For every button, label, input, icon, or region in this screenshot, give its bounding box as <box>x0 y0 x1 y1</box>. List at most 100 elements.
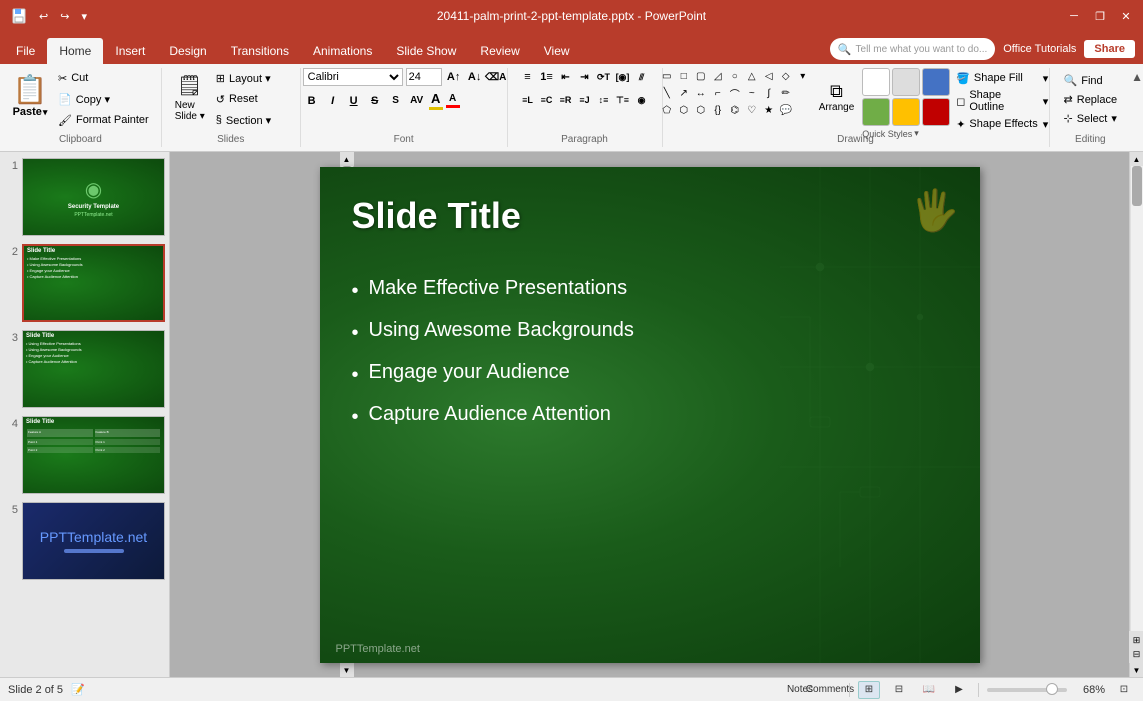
find-button[interactable]: 🔍 Find <box>1058 72 1124 89</box>
tab-design[interactable]: Design <box>157 38 218 64</box>
font-family-select[interactable]: Calibri <box>303 68 403 86</box>
increase-indent-btn[interactable]: ⇥ <box>576 68 594 86</box>
shape-triangle[interactable]: △ <box>744 68 760 84</box>
decrease-indent-btn[interactable]: ⇤ <box>557 68 575 86</box>
reset-button[interactable]: ↺ Reset <box>212 89 292 109</box>
right-scroll-track[interactable] <box>1131 166 1143 631</box>
qat-save[interactable] <box>8 8 30 24</box>
shadow-btn[interactable]: S <box>387 92 405 110</box>
share-button[interactable]: Share <box>1084 40 1135 58</box>
bullets-btn[interactable]: ≡ <box>519 68 537 86</box>
right-scroll-thumb[interactable] <box>1132 166 1142 206</box>
shape-diamond[interactable]: ◇ <box>778 68 794 84</box>
tab-animations[interactable]: Animations <box>301 38 384 64</box>
slide-thumb-img-3[interactable]: Slide Title • Using Effective Presentati… <box>22 330 165 408</box>
close-btn[interactable]: ✕ <box>1117 7 1135 25</box>
clear-format-btn[interactable]: ⌫A <box>487 68 505 86</box>
comments-button[interactable]: Comments <box>819 681 841 699</box>
tab-slideshow[interactable]: Slide Show <box>384 38 468 64</box>
slide-thumbnail-2[interactable]: 2 Slide Title • Make Effective Presentat… <box>2 242 167 324</box>
shape-star[interactable]: ★ <box>761 102 777 118</box>
slide-thumbnail-1[interactable]: 1 ◉ Security Template PPTTemplate.net <box>2 156 167 238</box>
layout-button[interactable]: ⊞ Layout ▾ <box>212 68 292 88</box>
slide-bullets[interactable]: • Make Effective Presentations • Using A… <box>352 277 634 445</box>
tab-file[interactable]: File <box>4 38 47 64</box>
office-tutorials-link[interactable]: Office Tutorials <box>1003 43 1076 55</box>
slide-sorter-btn[interactable]: ⊟ <box>888 681 910 699</box>
shape-rounded[interactable]: ▢ <box>693 68 709 84</box>
shape-line[interactable]: ╲ <box>659 85 675 101</box>
replace-button[interactable]: ⇄ Replace <box>1058 91 1124 108</box>
align-left-btn[interactable]: ≡L <box>519 91 537 109</box>
shape-arc[interactable]: ⌒ <box>727 85 743 101</box>
shape-effects-button[interactable]: ✦ Shape Effects ▾ <box>952 114 1052 134</box>
numbering-btn[interactable]: 1≡ <box>538 68 556 86</box>
cut-button[interactable]: ✂ Cut <box>54 68 153 88</box>
slide-thumb-img-4[interactable]: Slide Title Feature A Feature B Point 1 … <box>22 416 165 494</box>
justify-btn[interactable]: ≡J <box>576 91 594 109</box>
font-size-select[interactable]: 24 <box>406 68 442 86</box>
shape-curve[interactable]: ∫ <box>761 85 777 101</box>
qs-box2[interactable] <box>892 68 920 96</box>
shape-hex[interactable]: ⬡ <box>676 102 692 118</box>
zoom-minus-right[interactable]: ⊟ <box>1130 647 1143 661</box>
columns-btn[interactable]: ⫻ <box>633 68 651 86</box>
slide-thumb-img-1[interactable]: ◉ Security Template PPTTemplate.net <box>22 158 165 236</box>
shape-heart[interactable]: ♡ <box>744 102 760 118</box>
shape-callout[interactable]: 💬 <box>778 102 794 118</box>
convert-smartart-btn[interactable]: [◉] <box>614 68 632 86</box>
line-spacing-btn[interactable]: ↕≡ <box>595 91 613 109</box>
tab-review[interactable]: Review <box>468 38 531 64</box>
font-color-btn[interactable]: A <box>429 91 443 110</box>
charspace-btn[interactable]: AV <box>408 92 426 110</box>
arrange-button[interactable]: ⧉ Arrange <box>813 68 860 126</box>
slide-thumbnail-5[interactable]: 5 PPTTemplate.net <box>2 500 167 582</box>
normal-view-btn[interactable]: ⊞ <box>858 681 880 699</box>
scroll-up-arrow[interactable]: ▲ <box>340 152 354 166</box>
fit-slide-btn[interactable]: ⊡ <box>1113 681 1135 699</box>
shape-outline-button[interactable]: ◻ Shape Outline ▾ <box>952 91 1052 111</box>
qat-undo[interactable]: ↩ <box>36 10 51 23</box>
align-center-btn[interactable]: ≡C <box>538 91 556 109</box>
slide-title[interactable]: Slide Title <box>352 195 521 237</box>
copy-button[interactable]: 📄 Copy ▾ <box>54 89 153 109</box>
align-right-btn[interactable]: ≡R <box>557 91 575 109</box>
decrease-font-btn[interactable]: A↓ <box>466 68 484 86</box>
minimize-btn[interactable]: ─ <box>1065 7 1083 25</box>
smartart-btn[interactable]: ◉ <box>633 91 651 109</box>
tab-insert[interactable]: Insert <box>103 38 157 64</box>
shape-snip[interactable]: ◿ <box>710 68 726 84</box>
paste-button[interactable]: 📋 Paste ▾ <box>8 68 52 126</box>
qs-box3[interactable] <box>922 68 950 96</box>
tab-transitions[interactable]: Transitions <box>219 38 301 64</box>
format-painter-button[interactable]: 🖌 Format Painter <box>54 110 153 130</box>
shape-octagon[interactable]: ⬡ <box>693 102 709 118</box>
slideshow-btn[interactable]: ▶ <box>948 681 970 699</box>
shape-elbow[interactable]: ⌐ <box>710 85 726 101</box>
qs-box5[interactable] <box>892 98 920 126</box>
new-slide-button[interactable]: 🗒 NewSlide ▾ <box>170 68 210 126</box>
underline-btn[interactable]: U <box>345 92 363 110</box>
slide-thumbnail-4[interactable]: 4 Slide Title Feature A Feature B Point … <box>2 414 167 496</box>
zoom-slider[interactable] <box>987 688 1067 692</box>
right-scroll-up[interactable]: ▲ <box>1130 152 1143 166</box>
shape-rect[interactable]: ▭ <box>659 68 675 84</box>
strikethrough-btn[interactable]: S <box>366 92 384 110</box>
increase-font-btn[interactable]: A↑ <box>445 68 463 86</box>
shape-pentagon[interactable]: ⬠ <box>659 102 675 118</box>
slide-thumb-img-2[interactable]: Slide Title • Make Effective Presentatio… <box>22 244 165 322</box>
shape-freeform[interactable]: ~ <box>744 85 760 101</box>
shape-rtriangle[interactable]: ◁ <box>761 68 777 84</box>
qs-box6[interactable] <box>922 98 950 126</box>
collapse-ribbon-btn[interactable]: ▲ <box>1131 68 1143 147</box>
shape-brace[interactable]: ⌬ <box>727 102 743 118</box>
slide-thumbnail-3[interactable]: 3 Slide Title • Using Effective Presenta… <box>2 328 167 410</box>
slide-thumb-img-5[interactable]: PPTTemplate.net <box>22 502 165 580</box>
restore-btn[interactable]: ❐ <box>1091 7 1109 25</box>
scroll-down-arrow[interactable]: ▼ <box>340 663 354 677</box>
qs-box1[interactable] <box>862 68 890 96</box>
zoom-plus-right[interactable]: ⊞ <box>1130 633 1143 647</box>
qat-redo[interactable]: ↪ <box>57 10 72 23</box>
shape-rect2[interactable]: □ <box>676 68 692 84</box>
shape-oval[interactable]: ○ <box>727 68 743 84</box>
